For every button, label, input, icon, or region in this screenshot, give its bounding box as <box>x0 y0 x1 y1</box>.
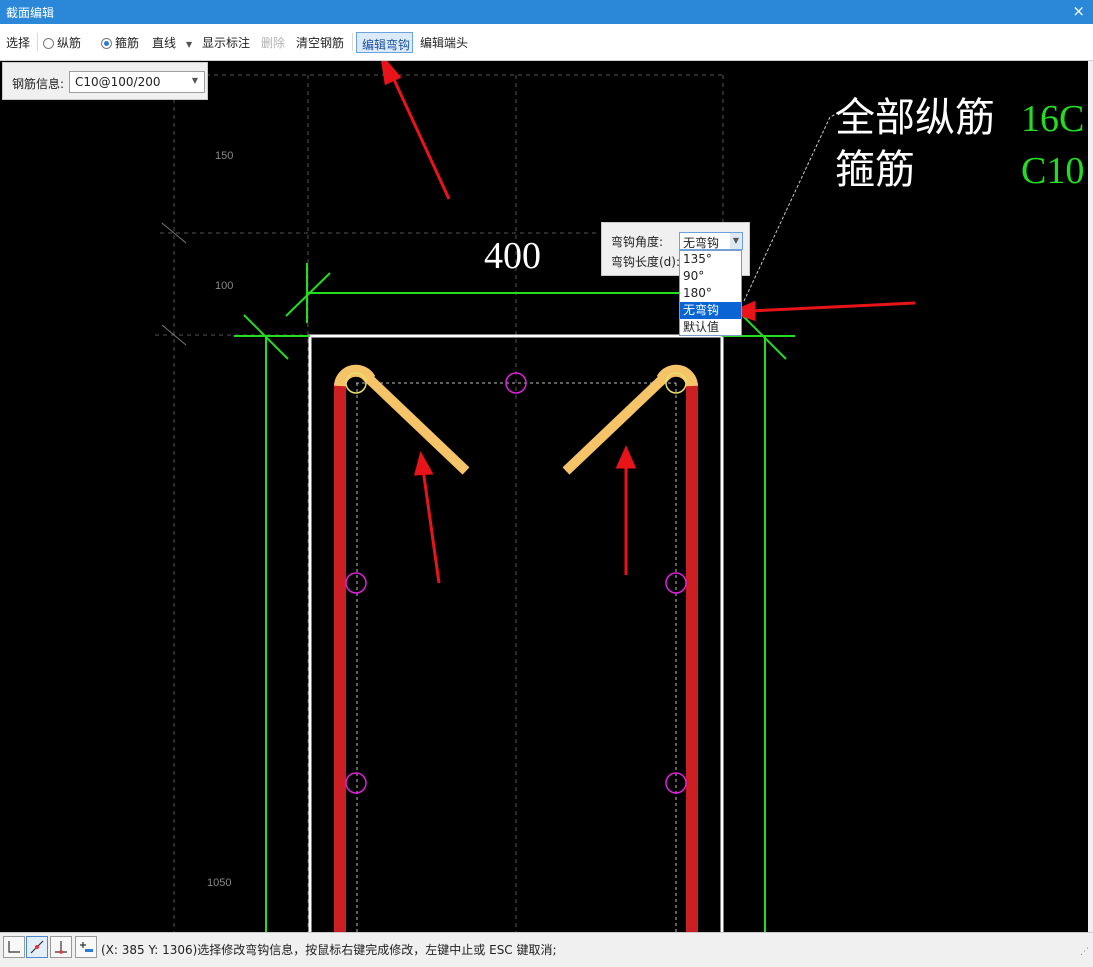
dim-1050: 1050 <box>207 877 231 889</box>
status-bar: (X: 385 Y: 1306)选择修改弯钩信息，按鼠标右键完成修改，左键中止或… <box>0 932 1093 967</box>
annotation-arrow-line <box>389 72 451 200</box>
hook-option-180[interactable]: 180° <box>680 285 741 302</box>
rebar-point <box>345 772 367 794</box>
stirrup-radio[interactable]: 箍筋 <box>101 34 139 51</box>
line-mode-label: 直线 <box>152 36 177 50</box>
section-drawing[interactable]: 150 100 1050 400 全部纵筋 16C 箍筋 C10 <box>0 61 1088 932</box>
construction-lines <box>155 74 724 932</box>
green-dimensions <box>234 263 795 932</box>
rebar-point <box>345 572 367 594</box>
dim-100: 100 <box>215 280 233 292</box>
status-message: (X: 385 Y: 1306)选择修改弯钩信息，按鼠标右键完成修改，左键中止或… <box>101 943 557 957</box>
annotation-arrow-line <box>749 301 916 313</box>
section-outline <box>308 334 724 932</box>
chevron-down-icon: ▼ <box>730 233 742 249</box>
hook-option-none[interactable]: 无弯钩 <box>680 302 741 319</box>
select-button[interactable]: 选择 <box>6 34 30 51</box>
toolbar-separator <box>37 33 38 51</box>
hook-option-135[interactable]: 135° <box>680 251 741 268</box>
line-mode-dropdown[interactable]: 直线 ▼ <box>152 34 192 51</box>
dim-width-400: 400 <box>484 235 541 277</box>
stirrup-label: 箍筋 <box>115 36 140 50</box>
rebar-info-value: C10@100/200 <box>75 75 161 89</box>
snap-mode-icon[interactable] <box>26 936 48 958</box>
hook-angle-value: 无弯钩 <box>683 236 720 250</box>
annotation-arrow-line <box>421 468 441 584</box>
clear-rebar-button[interactable]: 清空钢筋 <box>296 34 344 51</box>
dimension-tick <box>161 222 187 244</box>
orthogonal-glyph <box>8 941 20 953</box>
perpendicular-mode-icon[interactable] <box>50 936 72 958</box>
chevron-down-icon: ▼ <box>186 40 193 49</box>
show-dimension-button[interactable]: 显示标注 <box>202 34 250 51</box>
offset-mode-icon[interactable] <box>75 936 97 958</box>
rebar-info-label: 钢筋信息: <box>12 77 65 91</box>
radio-off-icon <box>43 38 54 49</box>
rebar-info-panel: 钢筋信息: C10@100/200 ▼ <box>2 62 208 100</box>
offset-glyph <box>80 942 93 952</box>
right-hook-straight <box>562 370 672 475</box>
toolbar: 选择 纵筋 箍筋 直线 ▼ 显示标注 删除 清空钢筋 编辑端头 <box>0 24 1093 61</box>
legend-leader-line <box>743 112 839 302</box>
close-icon[interactable]: × <box>1072 2 1085 20</box>
legend-stirrup-label: 箍筋 <box>835 147 915 193</box>
radio-on-icon <box>101 38 112 49</box>
edit-hook-button[interactable]: 编辑弯钩 <box>356 32 413 53</box>
chevron-down-icon: ▼ <box>191 76 198 85</box>
orthogonal-mode-icon[interactable] <box>3 936 25 958</box>
drawing-canvas[interactable]: 150 100 1050 400 全部纵筋 16C 箍筋 C10 <box>0 61 1088 932</box>
legend-all-longitudinal-value: 16C <box>1021 98 1084 140</box>
hook-option-90[interactable]: 90° <box>680 268 741 285</box>
window-title: 截面编辑 <box>6 6 55 20</box>
arrow-head-icon <box>615 445 637 469</box>
hook-angle-dropdown: 135° 90° 180° 无弯钩 默认值 <box>679 250 742 336</box>
snap-glyph <box>30 940 44 954</box>
edit-end-button[interactable]: 编辑端头 <box>420 34 468 51</box>
hook-angle-label: 弯钩角度: <box>611 235 664 249</box>
legend-stirrup-value: C10 <box>1021 150 1084 192</box>
hook-option-default[interactable]: 默认值 <box>680 319 741 336</box>
canvas-edge-strip <box>1088 61 1093 932</box>
perpendicular-glyph <box>55 941 67 954</box>
longitudinal-radio[interactable]: 纵筋 <box>43 34 81 51</box>
longitudinal-label: 纵筋 <box>57 36 82 50</box>
left-hook-straight <box>360 370 470 475</box>
dim-150: 150 <box>215 150 233 162</box>
title-bar: 截面编辑 × <box>0 0 1093 24</box>
stirrup-right-leg <box>686 383 698 932</box>
resize-grip-icon[interactable]: ⋰ <box>1080 947 1089 957</box>
hook-angle-combo[interactable]: 无弯钩 ▼ <box>679 232 743 250</box>
hook-length-label: 弯钩长度(d): <box>611 255 681 269</box>
delete-button[interactable]: 删除 <box>261 34 285 51</box>
arrow-head-icon <box>414 451 434 476</box>
toolbar-separator <box>352 33 353 51</box>
edit-hook-label: 编辑弯钩 <box>362 38 411 52</box>
stirrup-left-leg <box>334 383 346 932</box>
arrow-head-icon <box>381 61 402 86</box>
legend-all-longitudinal-label: 全部纵筋 <box>835 95 995 141</box>
rebar-info-combo[interactable]: C10@100/200 ▼ <box>69 71 205 93</box>
